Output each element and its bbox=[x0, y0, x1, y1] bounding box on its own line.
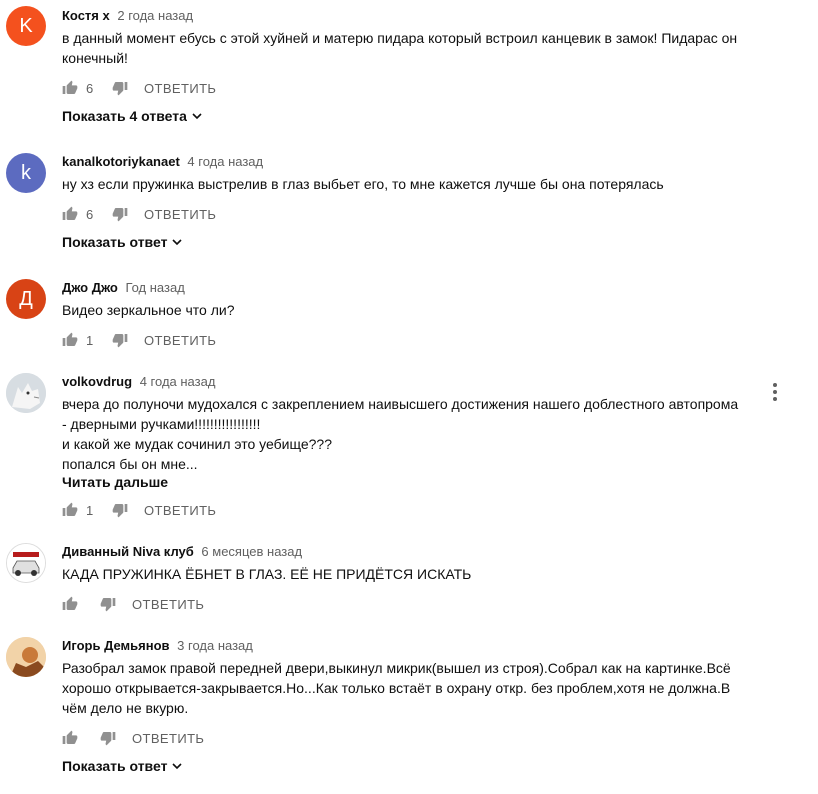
comment-header: Игорь Демьянов 3 года назад bbox=[62, 638, 253, 654]
comment-actions: ОТВЕТИТЬ bbox=[62, 594, 204, 614]
thumbs-down-icon[interactable] bbox=[100, 596, 116, 612]
avatar-letter: Д bbox=[19, 287, 33, 310]
reply-button[interactable]: ОТВЕТИТЬ bbox=[132, 731, 204, 746]
comment-actions: 6 ОТВЕТИТЬ bbox=[62, 78, 216, 98]
timestamp[interactable]: 6 месяцев назад bbox=[201, 544, 302, 559]
show-replies-label: Показать 4 ответа bbox=[62, 108, 187, 124]
like-count: 1 bbox=[86, 332, 94, 348]
show-replies-label: Показать ответ bbox=[62, 234, 168, 250]
comment-header: kanalkotoriykanaet 4 года назад bbox=[62, 154, 263, 170]
show-replies-button[interactable]: Показать 4 ответа bbox=[62, 108, 203, 124]
timestamp[interactable]: 2 года назад bbox=[117, 8, 193, 23]
reply-button[interactable]: ОТВЕТИТЬ bbox=[132, 597, 204, 612]
comment-actions: 6 ОТВЕТИТЬ bbox=[62, 204, 216, 224]
comment-line: Видео зеркальное что ли? bbox=[62, 302, 235, 318]
comment-text: КАДА ПРУЖИНКА ЁБНЕТ В ГЛАЗ. ЕЁ НЕ ПРИДЁТ… bbox=[62, 564, 471, 584]
timestamp[interactable]: Год назад bbox=[125, 280, 184, 295]
thumbs-up-icon[interactable] bbox=[62, 730, 78, 746]
thumbs-up-icon[interactable] bbox=[62, 206, 78, 222]
comment-actions: 1 ОТВЕТИТЬ bbox=[62, 330, 216, 350]
more-options-icon[interactable] bbox=[772, 382, 778, 402]
car-avatar-image bbox=[7, 544, 45, 582]
avatar-letter: K bbox=[19, 14, 33, 37]
comment-text: ну хз если пружинка выстрелив в глаз выб… bbox=[62, 174, 664, 194]
comment-line: и какой же мудак сочинил это уебище??? bbox=[62, 436, 332, 452]
show-replies-button[interactable]: Показать ответ bbox=[62, 234, 183, 250]
show-replies-label: Показать ответ bbox=[62, 758, 168, 774]
avatar[interactable]: K bbox=[6, 6, 46, 46]
comment-text: вчера до полуночи мудохался с закреплени… bbox=[62, 394, 762, 474]
comment-line: в данный момент ебусь с этой хуйней и ма… bbox=[62, 30, 738, 46]
author-name[interactable]: volkovdrug bbox=[62, 374, 132, 389]
comment-header: volkovdrug 4 года назад bbox=[62, 374, 215, 390]
like-count: 6 bbox=[86, 80, 94, 96]
avatar[interactable] bbox=[6, 373, 46, 413]
comment-text: в данный момент ебусь с этой хуйней и ма… bbox=[62, 28, 737, 68]
chevron-down-icon bbox=[192, 113, 202, 120]
thumbs-up-icon[interactable] bbox=[62, 332, 78, 348]
reply-button[interactable]: ОТВЕТИТЬ bbox=[144, 81, 216, 96]
timestamp[interactable]: 3 года назад bbox=[177, 638, 253, 653]
thumbs-up-icon[interactable] bbox=[62, 596, 78, 612]
thumbs-down-icon[interactable] bbox=[112, 502, 128, 518]
reply-button[interactable]: ОТВЕТИТЬ bbox=[144, 503, 216, 518]
comment-header: Диванный Niva клуб 6 месяцев назад bbox=[62, 544, 302, 560]
avatar[interactable] bbox=[6, 637, 46, 677]
comment-line: конечный! bbox=[62, 50, 128, 66]
read-more-link[interactable]: Читать дальше bbox=[62, 474, 168, 490]
avatar-letter: k bbox=[21, 161, 31, 184]
comment-line: ну хз если пружинка выстрелив в глаз выб… bbox=[62, 176, 664, 192]
thumbs-up-icon[interactable] bbox=[62, 80, 78, 96]
reply-button[interactable]: ОТВЕТИТЬ bbox=[144, 333, 216, 348]
comment-line: чём дело не вкурю. bbox=[62, 700, 189, 716]
avatar[interactable]: k bbox=[6, 153, 46, 193]
thumbs-down-icon[interactable] bbox=[100, 730, 116, 746]
comment-header: Джо Джо Год назад bbox=[62, 280, 185, 296]
chevron-down-icon bbox=[172, 763, 183, 770]
comment-line: вчера до полуночи мудохался с закреплени… bbox=[62, 396, 739, 412]
comment-line: КАДА ПРУЖИНКА ЁБНЕТ В ГЛАЗ. ЕЁ НЕ ПРИДЁТ… bbox=[62, 566, 472, 582]
thumbs-down-icon[interactable] bbox=[112, 332, 128, 348]
author-name[interactable]: Джо Джо bbox=[62, 280, 118, 295]
comment-text: Видео зеркальное что ли? bbox=[62, 300, 235, 320]
author-name[interactable]: Игорь Демьянов bbox=[62, 638, 170, 653]
author-name[interactable]: Костя х bbox=[62, 8, 110, 23]
comment-actions: 1 ОТВЕТИТЬ bbox=[62, 500, 216, 520]
timestamp[interactable]: 4 года назад bbox=[140, 374, 216, 389]
reply-button[interactable]: ОТВЕТИТЬ bbox=[144, 207, 216, 222]
comment-line: попался бы он мне... bbox=[62, 456, 198, 472]
avatar[interactable] bbox=[6, 543, 46, 583]
show-replies-button[interactable]: Показать ответ bbox=[62, 758, 183, 774]
like-count: 6 bbox=[86, 206, 94, 222]
comment-actions: ОТВЕТИТЬ bbox=[62, 728, 204, 748]
timestamp[interactable]: 4 года назад bbox=[187, 154, 263, 169]
wolf-avatar-image bbox=[6, 373, 46, 413]
thumbs-down-icon[interactable] bbox=[112, 80, 128, 96]
user-photo-avatar-image bbox=[6, 637, 46, 677]
author-name[interactable]: kanalkotoriykanaet bbox=[62, 154, 180, 169]
comment-line: - дверными ручками!!!!!!!!!!!!!!!!! bbox=[62, 416, 261, 432]
author-name[interactable]: Диванный Niva клуб bbox=[62, 544, 194, 559]
chevron-down-icon bbox=[172, 239, 183, 246]
like-count: 1 bbox=[86, 502, 94, 518]
comment-text: Разобрал замок правой передней двери,вык… bbox=[62, 658, 762, 718]
avatar[interactable]: Д bbox=[6, 279, 46, 319]
thumbs-down-icon[interactable] bbox=[112, 206, 128, 222]
comment-header: Костя х 2 года назад bbox=[62, 8, 193, 24]
comment-line: Разобрал замок правой передней двери,вык… bbox=[62, 660, 731, 676]
thumbs-up-icon[interactable] bbox=[62, 502, 78, 518]
comment-line: хорошо открывается-закрывается.Но...Как … bbox=[62, 680, 731, 696]
